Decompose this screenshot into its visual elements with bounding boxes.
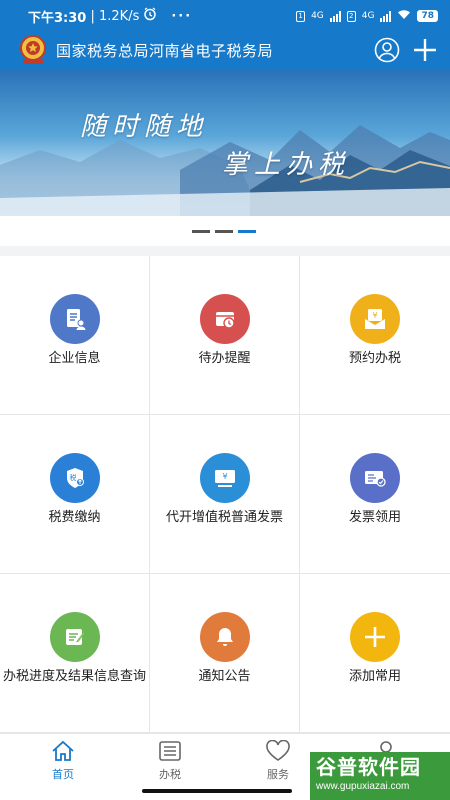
- gesture-home-indicator[interactable]: [142, 789, 292, 793]
- home-icon: [52, 740, 74, 761]
- feature-invoice-issue[interactable]: ¥ 代开增值税普通发票: [150, 415, 300, 574]
- sim1-icon: 1: [296, 10, 306, 22]
- status-separator: |: [86, 8, 99, 24]
- notice-bell-icon: [199, 612, 250, 662]
- feature-label: 税费缴纳: [48, 510, 101, 525]
- app-title: 国家税务总局河南省电子税务局: [56, 41, 274, 60]
- feature-progress-query[interactable]: 办税进度及结果信息查询: [0, 574, 150, 733]
- carousel-dot[interactable]: [192, 230, 210, 233]
- company-info-icon: [49, 294, 100, 344]
- banner-slogan-1: 随时随地: [80, 112, 209, 142]
- feature-invoice-collect[interactable]: 发票领用: [300, 415, 450, 574]
- sim2-icon: 2: [346, 10, 356, 22]
- tab-service[interactable]: 服务: [248, 740, 308, 782]
- app-header: 下午3:30 | 1.2K/s ··· 1 4G 2 4G 78 国家税务总局河…: [0, 0, 450, 70]
- signal1-icon: [329, 10, 341, 22]
- feature-todo-reminder[interactable]: 待办提醒: [150, 256, 300, 415]
- tab-tax[interactable]: 办税: [140, 740, 200, 782]
- watermark-title: 谷普软件园: [316, 755, 421, 779]
- tab-label: 办税: [159, 768, 181, 781]
- clock-reminder-icon: [199, 294, 250, 344]
- mountain-landscape-image: [0, 125, 450, 216]
- feature-label: 通知公告: [198, 669, 251, 684]
- feature-tax-payment[interactable]: 税 税费缴纳: [0, 415, 150, 574]
- svg-text:税: 税: [69, 473, 76, 482]
- tab-label: 首页: [52, 768, 74, 781]
- appointment-icon: ¥: [350, 294, 400, 344]
- promo-banner[interactable]: 随时随地 掌上办税: [0, 70, 450, 216]
- user-profile-icon[interactable]: [374, 37, 400, 63]
- network-speed: 1.2K/s: [99, 8, 140, 24]
- feature-label: 企业信息: [48, 351, 101, 366]
- alarm-icon: [143, 7, 157, 25]
- feature-label: 待办提醒: [198, 351, 251, 366]
- feature-grid: 企业信息 待办提醒 ¥ 预约办税 税 税费缴纳 ¥ 代开增值税普通发票 发票领用: [0, 256, 450, 733]
- tax-emblem-logo: [16, 33, 50, 67]
- tax-payment-icon: 税: [49, 453, 100, 503]
- status-time: 下午3:30: [28, 10, 87, 26]
- sim2-label: 4G: [361, 11, 375, 21]
- battery-icon: 78: [417, 10, 438, 22]
- watermark-url: www.gupuxiazai.com: [316, 781, 410, 792]
- feature-label: 代开增值税普通发票: [165, 510, 283, 525]
- heart-icon: [266, 740, 290, 761]
- signal2-icon: [380, 10, 392, 22]
- feature-add-common[interactable]: 添加常用: [300, 574, 450, 733]
- feature-label: 添加常用: [348, 669, 401, 684]
- tab-label: 服务: [267, 768, 289, 781]
- invoice-collect-icon: [350, 453, 400, 503]
- feature-label: 办税进度及结果信息查询: [2, 669, 146, 684]
- title-bar: 国家税务总局河南省电子税务局: [0, 32, 450, 68]
- svg-text:¥: ¥: [372, 311, 377, 320]
- add-icon[interactable]: [412, 37, 438, 63]
- invoice-issue-icon: ¥: [199, 453, 250, 503]
- sim1-label: 4G: [311, 11, 324, 21]
- wifi-icon: [397, 9, 411, 23]
- carousel-indicator: [0, 216, 450, 246]
- svg-text:¥: ¥: [222, 472, 227, 481]
- carousel-dot-active[interactable]: [238, 230, 256, 233]
- feature-notice[interactable]: 通知公告: [150, 574, 300, 733]
- status-bar: 下午3:30 | 1.2K/s ··· 1 4G 2 4G 78: [0, 0, 450, 32]
- add-icon: [350, 612, 400, 662]
- more-notifications-icon: ···: [171, 8, 193, 24]
- list-icon: [159, 741, 181, 761]
- feature-appointment[interactable]: ¥ 预约办税: [300, 256, 450, 415]
- banner-slogan-2: 掌上办税: [222, 150, 351, 180]
- feature-company-info[interactable]: 企业信息: [0, 256, 150, 415]
- feature-label: 预约办税: [348, 351, 401, 366]
- feature-label: 发票领用: [348, 510, 401, 525]
- tab-home[interactable]: 首页: [33, 740, 93, 782]
- site-watermark: 谷普软件园 www.gupuxiazai.com: [310, 752, 450, 800]
- progress-query-icon: [49, 612, 100, 662]
- carousel-dot[interactable]: [215, 230, 233, 233]
